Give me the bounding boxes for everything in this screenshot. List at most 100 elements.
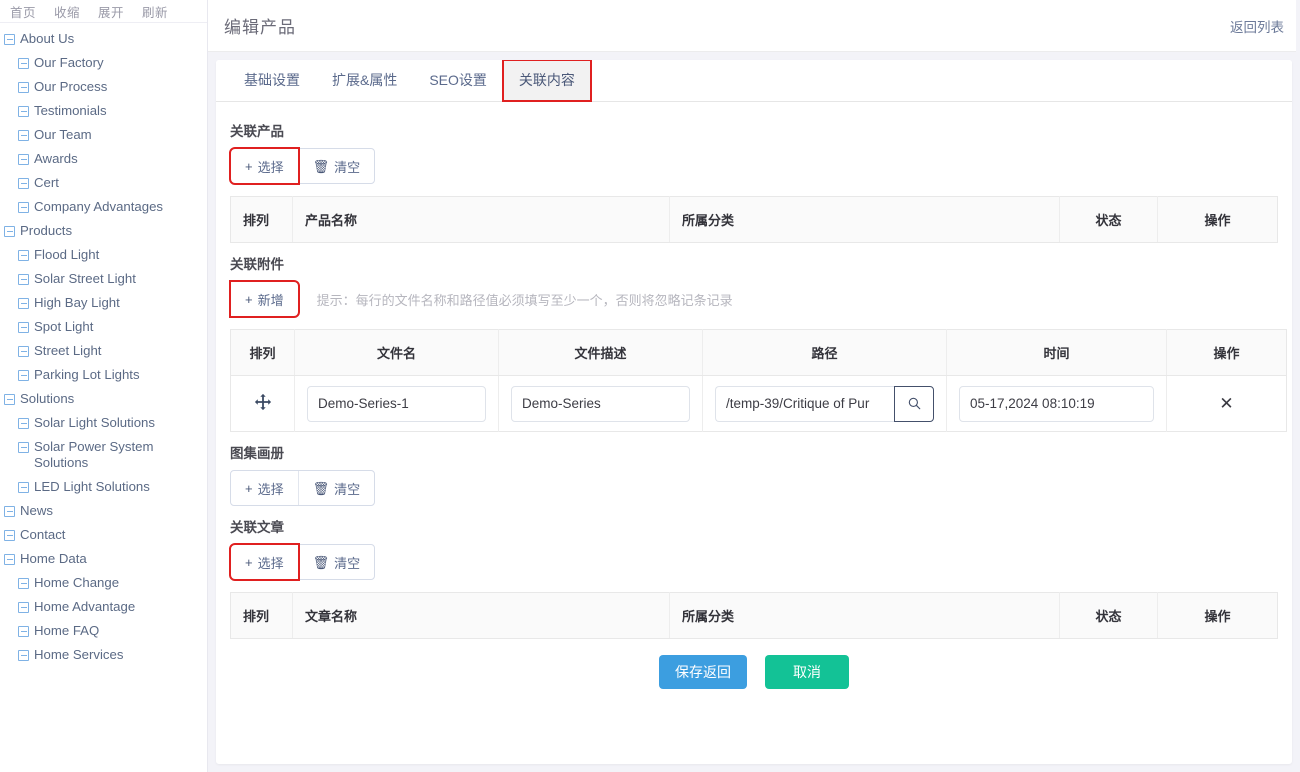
file-time-input[interactable] — [959, 385, 1154, 422]
sidebar-item-company-advantages[interactable]: Company Advantages — [0, 195, 207, 219]
collapse-toggle-icon[interactable] — [18, 626, 29, 637]
col-path: 路径 — [702, 329, 947, 376]
sidebar-topnav: 首页 收缩 展开 刷新 — [0, 0, 207, 23]
collapse-toggle-icon[interactable] — [18, 578, 29, 589]
collapse-toggle-icon[interactable] — [18, 130, 29, 141]
cancel-button[interactable]: 取消 — [765, 655, 849, 689]
sidebar-item-about-us[interactable]: About Us — [0, 27, 207, 51]
nav-refresh[interactable]: 刷新 — [142, 2, 168, 21]
sidebar-item-home-faq[interactable]: Home FAQ — [0, 619, 207, 643]
sidebar-item-label: Home Data — [20, 551, 87, 566]
collapse-toggle-icon[interactable] — [4, 530, 15, 541]
sidebar-item-high-bay-light[interactable]: High Bay Light — [0, 291, 207, 315]
sidebar-item-products[interactable]: Products — [0, 219, 207, 243]
related-products-select-button[interactable]: + 选择 — [229, 147, 300, 185]
collapse-toggle-icon[interactable] — [4, 394, 15, 405]
related-articles-clear-button[interactable]: 🗑 清空 — [297, 545, 375, 579]
tab-1[interactable]: 基础设置 — [228, 60, 316, 101]
collapse-toggle-icon[interactable] — [4, 506, 15, 517]
sidebar-item-our-team[interactable]: Our Team — [0, 123, 207, 147]
collapse-toggle-icon[interactable] — [18, 202, 29, 213]
sidebar-item-solar-street-light[interactable]: Solar Street Light — [0, 267, 207, 291]
nav-expand[interactable]: 展开 — [98, 2, 124, 21]
tab-panel-related-content: 关联产品 + 选择 🗑 清空 排列 产品名称 所属分类 状态 操作 关联附件 +… — [216, 102, 1292, 764]
search-icon[interactable] — [894, 385, 934, 422]
gallery-clear-button[interactable]: 🗑 清空 — [297, 471, 375, 505]
sidebar-item-label: Solar Power System Solutions — [34, 439, 154, 470]
sidebar-item-spot-light[interactable]: Spot Light — [0, 315, 207, 339]
attachments-add-button[interactable]: + 新增 — [229, 280, 300, 318]
collapse-toggle-icon[interactable] — [18, 602, 29, 613]
tab-2[interactable]: 扩展&属性 — [316, 60, 413, 101]
tab-4[interactable]: 关联内容 — [501, 60, 592, 102]
sidebar-item-cert[interactable]: Cert — [0, 171, 207, 195]
tab-3[interactable]: SEO设置 — [413, 60, 503, 101]
sidebar-item-home-services[interactable]: Home Services — [0, 643, 207, 667]
related-products-select-label: 选择 — [257, 159, 284, 175]
collapse-toggle-icon[interactable] — [18, 322, 29, 333]
sidebar-item-led-light-solutions[interactable]: LED Light Solutions — [0, 475, 207, 499]
table-header-row: 排列 文章名称 所属分类 状态 操作 — [230, 592, 1278, 639]
sidebar-item-home-advantage[interactable]: Home Advantage — [0, 595, 207, 619]
app-root: 首页 收缩 展开 刷新 About Us Our Factory Our Proce… — [0, 0, 1300, 772]
collapse-toggle-icon[interactable] — [18, 298, 29, 309]
col-order: 排列 — [230, 196, 293, 243]
page-title: 编辑产品 — [224, 18, 296, 37]
sidebar-item-flood-light[interactable]: Flood Light — [0, 243, 207, 267]
collapse-toggle-icon[interactable] — [18, 650, 29, 661]
collapse-toggle-icon[interactable] — [18, 418, 29, 429]
sidebar-item-our-factory[interactable]: Our Factory — [0, 51, 207, 75]
attachments-title: 关联附件 — [230, 257, 284, 272]
file-name-input[interactable] — [307, 385, 486, 422]
close-icon[interactable]: ✕ — [1219, 395, 1233, 412]
sidebar-item-label: Awards — [34, 151, 78, 166]
collapse-toggle-icon[interactable] — [18, 58, 29, 69]
col-actions: 操作 — [1157, 196, 1278, 243]
page-scrollbar[interactable] — [1296, 0, 1300, 772]
sidebar-item-awards[interactable]: Awards — [0, 147, 207, 171]
col-order: 排列 — [230, 329, 295, 376]
collapse-toggle-icon[interactable] — [4, 34, 15, 45]
collapse-toggle-icon[interactable] — [4, 226, 15, 237]
move-icon[interactable] — [254, 393, 272, 411]
back-to-list-link[interactable]: 返回列表 — [1230, 16, 1284, 36]
collapse-toggle-icon[interactable] — [18, 442, 29, 453]
save-and-return-button[interactable]: 保存返回 — [659, 655, 747, 689]
collapse-toggle-icon[interactable] — [18, 178, 29, 189]
collapse-toggle-icon[interactable] — [18, 106, 29, 117]
collapse-toggle-icon[interactable] — [18, 82, 29, 93]
sidebar-item-home-change[interactable]: Home Change — [0, 571, 207, 595]
collapse-toggle-icon[interactable] — [18, 370, 29, 381]
sidebar-item-home-data[interactable]: Home Data — [0, 547, 207, 571]
file-desc-input[interactable] — [511, 385, 690, 422]
sidebar-item-our-process[interactable]: Our Process — [0, 75, 207, 99]
gallery-select-button[interactable]: + 选择 — [231, 471, 298, 505]
sidebar: 首页 收缩 展开 刷新 About Us Our Factory Our Proce… — [0, 0, 208, 772]
sidebar-item-street-light[interactable]: Street Light — [0, 339, 207, 363]
sidebar-item-solar-light-solutions[interactable]: Solar Light Solutions — [0, 411, 207, 435]
content-card: 基础设置 扩展&属性 SEO设置 关联内容 关联产品 + 选择 🗑 清空 排列 … — [216, 60, 1292, 764]
nav-home[interactable]: 首页 — [10, 2, 36, 21]
collapse-toggle-icon[interactable] — [18, 250, 29, 261]
collapse-toggle-icon[interactable] — [18, 274, 29, 285]
form-actions: 保存返回 取消 — [230, 639, 1278, 699]
sidebar-item-solutions[interactable]: Solutions — [0, 387, 207, 411]
related-products-buttons: + 选择 🗑 清空 — [229, 147, 376, 185]
collapse-toggle-icon[interactable] — [4, 554, 15, 565]
related-articles-select-button[interactable]: + 选择 — [229, 543, 300, 581]
sidebar-tree: About Us Our Factory Our Process Testimonia… — [0, 23, 207, 667]
sidebar-item-label: Home Advantage — [34, 599, 136, 614]
collapse-toggle-icon[interactable] — [18, 154, 29, 165]
sidebar-item-parking-lot-lights[interactable]: Parking Lot Lights — [0, 363, 207, 387]
sidebar-item-testimonials[interactable]: Testimonials — [0, 99, 207, 123]
sidebar-item-solar-power-system-solutions[interactable]: Solar Power System Solutions — [0, 435, 207, 475]
nav-collapse[interactable]: 收缩 — [54, 2, 80, 21]
sidebar-item-news[interactable]: News — [0, 499, 207, 523]
trash-icon: 🗑 — [312, 158, 330, 174]
sidebar-item-label: Home Change — [34, 575, 120, 590]
sidebar-item-contact[interactable]: Contact — [0, 523, 207, 547]
collapse-toggle-icon[interactable] — [18, 482, 29, 493]
related-products-clear-button[interactable]: 🗑 清空 — [297, 149, 375, 183]
collapse-toggle-icon[interactable] — [18, 346, 29, 357]
file-path-input[interactable] — [715, 385, 894, 422]
